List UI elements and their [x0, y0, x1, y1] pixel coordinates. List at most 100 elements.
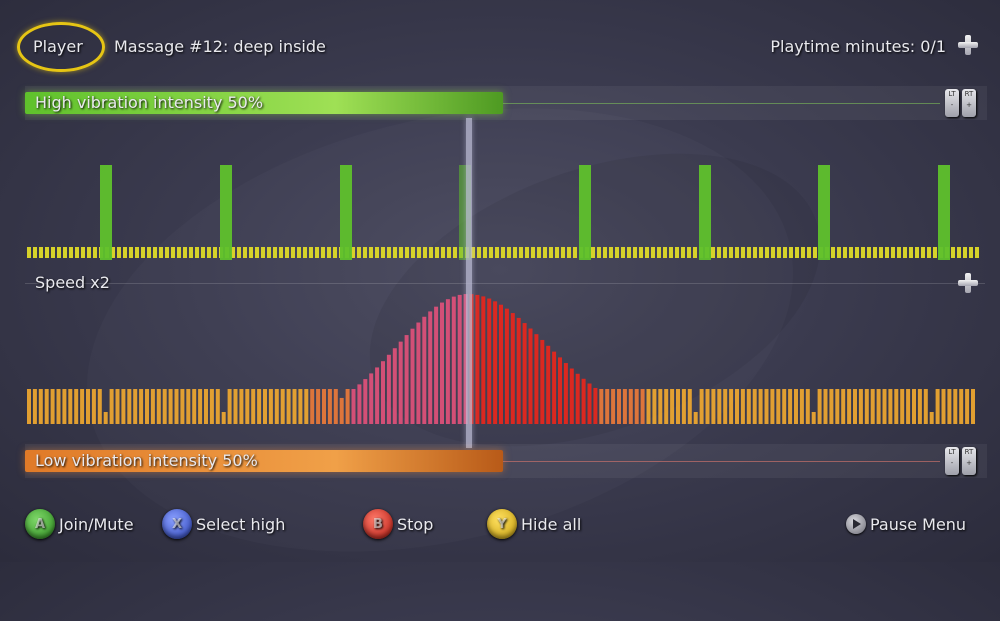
wave-column [900, 389, 905, 424]
pulse-tick [495, 247, 499, 258]
pulse-tick [831, 247, 835, 258]
wave-column [103, 412, 108, 424]
wave-column [398, 341, 403, 424]
wave-column [251, 389, 256, 424]
wave-column [788, 389, 793, 424]
wave-column [935, 389, 940, 424]
section-divider [25, 283, 985, 284]
pulse-tick [387, 247, 391, 258]
wave-column [221, 412, 226, 424]
wave-column [552, 351, 557, 424]
pulse-tick [201, 247, 205, 258]
pulse-tick [615, 247, 619, 258]
dpad-speed-icon[interactable] [958, 273, 978, 293]
pulse-tick [567, 247, 571, 258]
playhead-cursor [466, 118, 472, 448]
wave-column [640, 389, 645, 424]
wave-column [91, 389, 96, 424]
lt-trigger-low-icon[interactable]: LT - [945, 447, 959, 475]
pulse-tick [609, 247, 613, 258]
pulse-tick [375, 247, 379, 258]
pulse-tick [687, 247, 691, 258]
high-pulse-pattern [27, 165, 979, 260]
pulse-tick [633, 247, 637, 258]
pulse-tick [483, 247, 487, 258]
wave-column [280, 389, 285, 424]
pulse-tick [327, 247, 331, 258]
wave-column [357, 384, 362, 424]
select-high-label: Select high [196, 514, 286, 534]
pulse-tick [591, 247, 595, 258]
pulse-tick [243, 247, 247, 258]
wave-column [510, 313, 515, 424]
pulse-tick [369, 247, 373, 258]
wave-column [953, 389, 958, 424]
pulse-tick [531, 247, 535, 258]
stop-button[interactable]: B Stop [363, 509, 433, 539]
pulse-tick [405, 247, 409, 258]
pulse-tick [195, 247, 199, 258]
pulse-spike [579, 165, 591, 260]
wave-column [811, 412, 816, 424]
wave-column [717, 389, 722, 424]
join-mute-button[interactable]: A Join/Mute [25, 509, 134, 539]
pulse-tick [957, 247, 961, 258]
wave-column [186, 389, 191, 424]
pulse-tick [861, 247, 865, 258]
low-wave-pattern [27, 294, 975, 424]
pulse-tick [837, 247, 841, 258]
wave-column [68, 389, 73, 424]
wave-column [198, 389, 203, 424]
pulse-tick [603, 247, 607, 258]
pulse-tick [657, 247, 661, 258]
rt-trigger-low-icon[interactable]: RT + [962, 447, 976, 475]
pulse-tick [555, 247, 559, 258]
pulse-tick [93, 247, 97, 258]
wave-column [56, 389, 61, 424]
wave-column [729, 389, 734, 424]
wave-column [504, 308, 509, 424]
pulse-tick [141, 247, 145, 258]
wave-column [546, 345, 551, 424]
pulse-tick [249, 247, 253, 258]
wave-column [481, 296, 486, 424]
wave-column [192, 389, 197, 424]
wave-column [493, 301, 498, 424]
pulse-tick [885, 247, 889, 258]
pulse-tick [813, 247, 817, 258]
wave-column [363, 379, 368, 424]
wave-column [257, 389, 262, 424]
select-high-button[interactable]: X Select high [162, 509, 285, 539]
wave-column [676, 389, 680, 424]
pulse-tick [789, 247, 793, 258]
pulse-tick [675, 247, 679, 258]
pulse-tick [903, 247, 907, 258]
wave-column [693, 412, 698, 424]
wave-column [522, 323, 527, 424]
pulse-tick [123, 247, 127, 258]
wave-column [174, 389, 179, 424]
pause-menu-button[interactable]: Pause Menu [846, 514, 966, 534]
pulse-tick [507, 247, 511, 258]
pulse-tick [915, 247, 919, 258]
wave-column [268, 389, 273, 424]
pulse-tick [153, 247, 157, 258]
pulse-tick [429, 247, 433, 258]
pulse-tick [909, 247, 913, 258]
hide-all-button[interactable]: Y Hide all [487, 509, 581, 539]
wave-column [740, 389, 745, 424]
wave-column [912, 389, 916, 424]
pulse-tick [621, 247, 625, 258]
wave-column [646, 389, 651, 424]
b-button-icon: B [363, 509, 393, 539]
pulse-tick [363, 247, 367, 258]
pulse-tick [291, 247, 295, 258]
wave-column [528, 328, 533, 424]
pulse-tick [69, 247, 73, 258]
pulse-tick [753, 247, 757, 258]
pulse-tick [849, 247, 853, 258]
pulse-tick [447, 247, 451, 258]
x-button-icon: X [162, 509, 192, 539]
rt-text: RT [964, 448, 974, 456]
wave-column [764, 389, 769, 424]
